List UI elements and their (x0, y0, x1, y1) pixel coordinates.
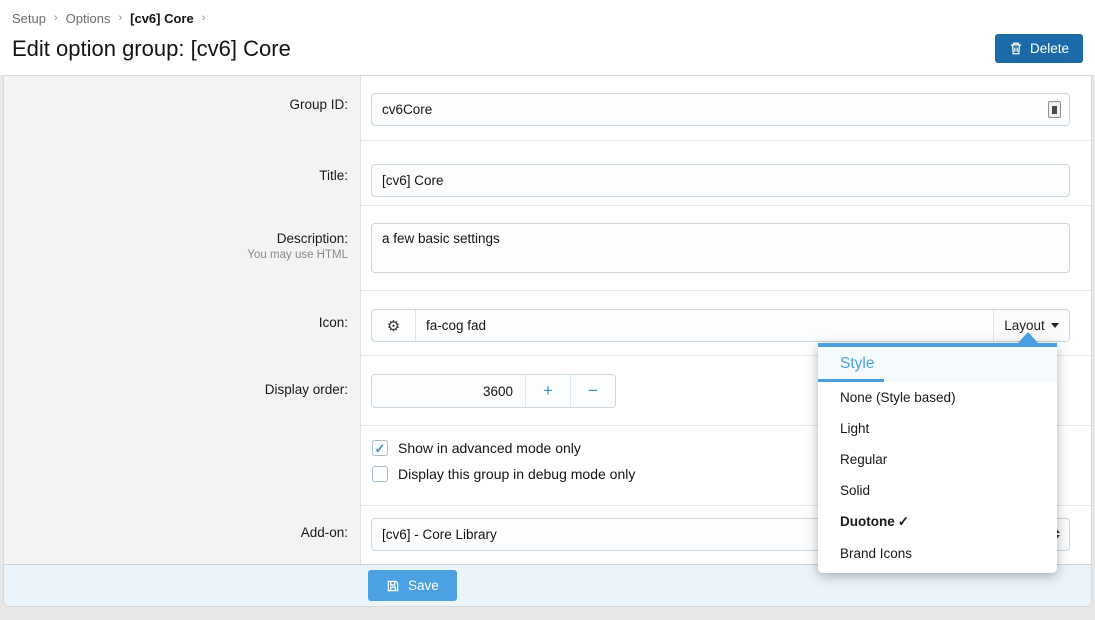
icon-input[interactable] (416, 310, 993, 341)
caret-down-icon (1051, 323, 1059, 328)
icon-label: Icon: (4, 315, 348, 330)
form-fill-icon[interactable] (1048, 101, 1061, 118)
form-row-description: Description: You may use HTML a few basi… (4, 206, 1091, 291)
breadcrumb-current-group[interactable]: [cv6] Core (130, 11, 194, 26)
group-id-input[interactable] (371, 93, 1070, 126)
gear-icon: ⚙ (372, 310, 416, 341)
delete-button[interactable]: Delete (995, 34, 1083, 63)
decrement-button[interactable]: − (570, 375, 615, 407)
save-icon (386, 579, 400, 593)
breadcrumb: Setup › Options › [cv6] Core › (12, 8, 1083, 28)
chevron-right-icon: › (202, 12, 206, 24)
group-id-label: Group ID: (4, 97, 348, 112)
save-button-label: Save (408, 578, 439, 593)
check-mark-icon: ✓ (375, 442, 386, 455)
menu-tab-style-label: Style (840, 355, 874, 372)
delete-button-label: Delete (1030, 41, 1069, 56)
advanced-mode-checkbox-label: Show in advanced mode only (398, 440, 581, 456)
display-order-input[interactable] (372, 375, 525, 407)
description-hint: You may use HTML (247, 249, 348, 261)
menu-item-duotone-label: Duotone (840, 514, 895, 529)
display-order-label: Display order: (4, 382, 348, 397)
menu-tab-underline (818, 379, 884, 382)
description-textarea[interactable]: a few basic settings (371, 223, 1070, 273)
menu-item-regular[interactable]: Regular (818, 444, 1057, 475)
title-input[interactable] (371, 164, 1070, 197)
checkbox-unchecked-icon[interactable] (372, 466, 388, 482)
menu-item-brand-icons[interactable]: Brand Icons (818, 538, 1057, 573)
menu-item-duotone[interactable]: Duotone✓ (818, 506, 1057, 538)
menu-tab-style[interactable]: Style (818, 347, 1057, 382)
debug-mode-checkbox-label: Display this group in debug mode only (398, 466, 635, 482)
menu-item-solid[interactable]: Solid (818, 475, 1057, 506)
form-row-title: Title: (4, 141, 1091, 206)
menu-pointer-arrow (1018, 332, 1038, 343)
selected-check-icon: ✓ (898, 514, 909, 529)
layout-button-label: Layout (1004, 318, 1045, 333)
breadcrumb-setup[interactable]: Setup (12, 11, 46, 26)
page-title: Edit option group: [cv6] Core (12, 36, 291, 62)
increment-button[interactable]: + (525, 375, 570, 407)
save-button[interactable]: Save (368, 570, 457, 601)
addon-select-value: [cv6] - Core Library (382, 527, 497, 542)
chevron-right-icon: › (118, 12, 122, 24)
menu-item-light[interactable]: Light (818, 413, 1057, 444)
page-header: Setup › Options › [cv6] Core › Edit opti… (0, 0, 1095, 75)
title-label: Title: (4, 168, 348, 183)
chevron-right-icon: › (54, 12, 58, 24)
addon-label: Add-on: (4, 525, 348, 540)
trash-icon (1009, 41, 1023, 56)
checkbox-checked-icon[interactable]: ✓ (372, 440, 388, 456)
breadcrumb-options[interactable]: Options (66, 11, 111, 26)
menu-item-none-style-based[interactable]: None (Style based) (818, 382, 1057, 413)
description-label: Description: (4, 231, 348, 246)
layout-dropdown-menu: Style None (Style based) Light Regular S… (818, 343, 1057, 573)
form-row-group-id: Group ID: (4, 76, 1091, 141)
